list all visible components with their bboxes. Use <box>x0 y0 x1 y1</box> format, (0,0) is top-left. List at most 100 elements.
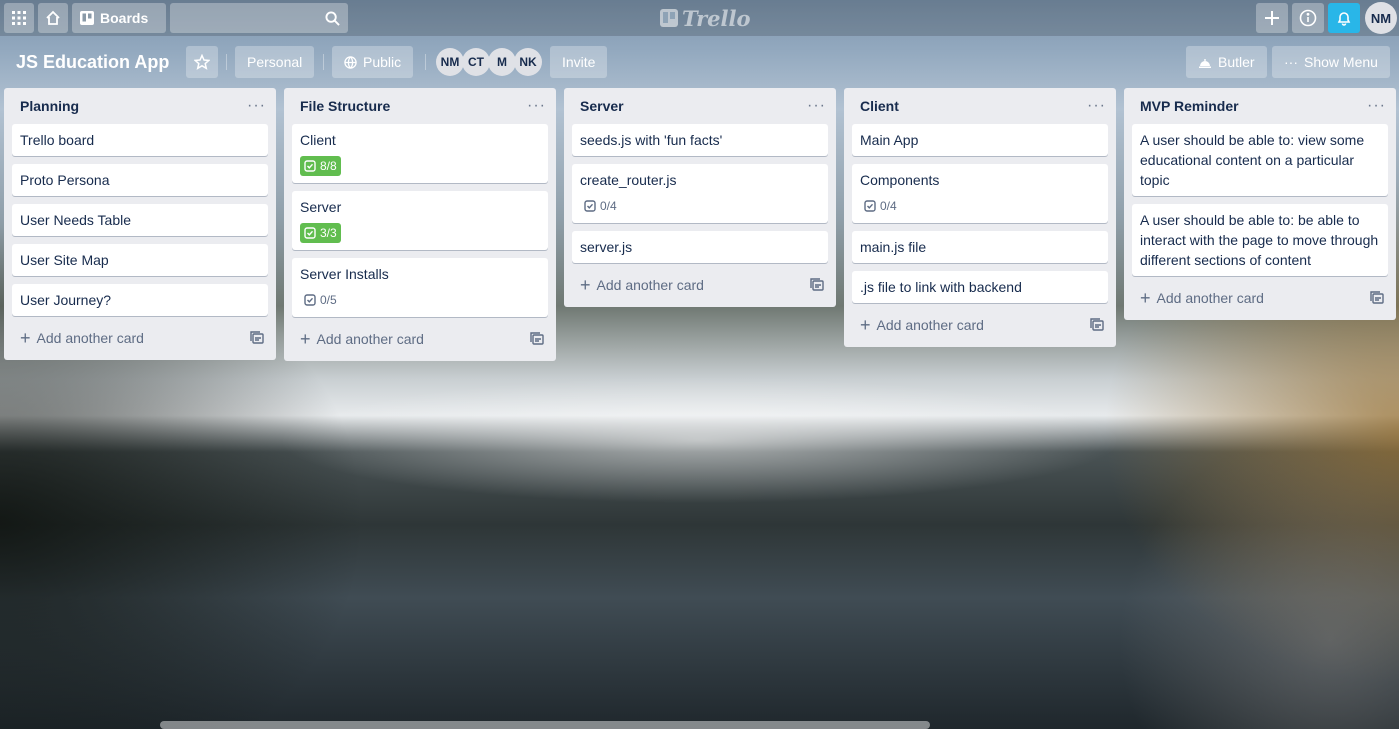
plus-icon: + <box>860 315 871 335</box>
search-icon <box>325 10 340 26</box>
card[interactable]: create_router.js 0/4 <box>572 164 828 223</box>
template-icon[interactable] <box>250 331 264 345</box>
checklist-badge: 0/5 <box>300 290 341 310</box>
checklist-count: 3/3 <box>320 226 337 240</box>
apps-switcher-button[interactable] <box>4 3 34 33</box>
card[interactable]: Components 0/4 <box>852 164 1108 223</box>
info-button[interactable] <box>1292 3 1324 33</box>
add-card-button[interactable]: + Add another card <box>292 325 548 353</box>
plus-icon: + <box>20 328 31 348</box>
card-title: Main App <box>860 132 919 148</box>
card[interactable]: Server Installs 0/5 <box>292 258 548 317</box>
public-visibility-button[interactable]: Public <box>332 46 414 78</box>
team-visibility-button[interactable]: Personal <box>235 46 315 78</box>
top-header: Boards Trello NM <box>0 0 1399 36</box>
list-file-structure: File Structure ··· Client 8/8 Server 3/3… <box>284 88 556 361</box>
checklist-badge: 8/8 <box>300 156 341 176</box>
template-icon[interactable] <box>1370 291 1384 305</box>
card-title: .js file to link with backend <box>860 279 1022 295</box>
card-title: create_router.js <box>580 172 677 188</box>
list-server: Server ··· seeds.js with 'fun facts' cre… <box>564 88 836 307</box>
add-card-label: Add another card <box>36 330 144 346</box>
star-board-button[interactable] <box>186 46 218 78</box>
board-title[interactable]: JS Education App <box>8 46 177 78</box>
template-icon[interactable] <box>810 278 824 292</box>
checkbox-icon <box>304 294 316 306</box>
card[interactable]: A user should be able to: be able to int… <box>1132 204 1388 276</box>
member-avatar[interactable]: NK <box>514 48 542 76</box>
list-menu-icon[interactable]: ··· <box>1087 97 1106 115</box>
card[interactable]: .js file to link with backend <box>852 271 1108 303</box>
card[interactable]: Proto Persona <box>12 164 268 196</box>
checklist-count: 0/4 <box>600 199 617 213</box>
show-menu-button[interactable]: ··· Show Menu <box>1272 46 1390 78</box>
horizontal-scrollbar[interactable] <box>160 721 930 729</box>
boards-button[interactable]: Boards <box>72 3 166 33</box>
search-input[interactable] <box>170 3 348 33</box>
card[interactable]: main.js file <box>852 231 1108 263</box>
card[interactable]: User Site Map <box>12 244 268 276</box>
template-icon[interactable] <box>1090 318 1104 332</box>
plus-icon <box>1265 11 1279 25</box>
list-header: Client ··· <box>852 88 1108 124</box>
card[interactable]: User Needs Table <box>12 204 268 236</box>
add-card-label: Add another card <box>316 331 424 347</box>
apps-grid-icon <box>12 11 26 25</box>
checkbox-icon <box>304 160 316 172</box>
checklist-count: 0/4 <box>880 199 897 213</box>
list-menu-icon[interactable]: ··· <box>1367 97 1386 115</box>
list-title[interactable]: Server <box>580 98 624 114</box>
notifications-button[interactable] <box>1328 3 1360 33</box>
card[interactable]: User Journey? <box>12 284 268 316</box>
trello-logo-text: Trello <box>682 5 751 31</box>
list-header: File Structure ··· <box>292 88 548 124</box>
list-header: MVP Reminder ··· <box>1132 88 1388 124</box>
board-icon <box>80 11 94 25</box>
invite-button[interactable]: Invite <box>550 46 608 78</box>
card-title: A user should be able to: view some educ… <box>1140 132 1365 188</box>
list-title[interactable]: MVP Reminder <box>1140 98 1239 114</box>
add-card-button[interactable]: + Add another card <box>1132 284 1388 312</box>
list-title[interactable]: File Structure <box>300 98 390 114</box>
list-menu-icon[interactable]: ··· <box>807 97 826 115</box>
create-button[interactable] <box>1256 3 1288 33</box>
checkbox-icon <box>584 200 596 212</box>
card[interactable]: Server 3/3 <box>292 191 548 250</box>
butler-button[interactable]: Butler <box>1186 46 1267 78</box>
checklist-badge: 3/3 <box>300 223 341 243</box>
add-card-button[interactable]: + Add another card <box>852 311 1108 339</box>
list-header: Planning ··· <box>12 88 268 124</box>
card[interactable]: A user should be able to: view some educ… <box>1132 124 1388 196</box>
card[interactable]: Trello board <box>12 124 268 156</box>
butler-bell-icon <box>1199 59 1211 68</box>
list-header: Server ··· <box>572 88 828 124</box>
member-avatar[interactable]: NM <box>436 48 464 76</box>
plus-icon: + <box>300 329 311 349</box>
add-card-button[interactable]: + Add another card <box>572 271 828 299</box>
card[interactable]: Client 8/8 <box>292 124 548 183</box>
checkbox-icon <box>304 227 316 239</box>
home-button[interactable] <box>38 3 68 33</box>
add-card-button[interactable]: + Add another card <box>12 324 268 352</box>
user-avatar[interactable]: NM <box>1365 2 1397 34</box>
show-menu-label: Show Menu <box>1304 54 1378 70</box>
card-title: User Site Map <box>20 252 109 268</box>
card-title: Server <box>300 199 342 215</box>
list-menu-icon[interactable]: ··· <box>247 97 266 115</box>
card-title: Trello board <box>20 132 95 148</box>
card-title: main.js file <box>860 239 927 255</box>
trello-logo[interactable]: Trello <box>660 5 751 31</box>
member-avatar[interactable]: M <box>488 48 516 76</box>
list-title[interactable]: Client <box>860 98 899 114</box>
card-title: User Journey? <box>20 292 112 308</box>
add-card-label: Add another card <box>1156 290 1264 306</box>
list-title[interactable]: Planning <box>20 98 79 114</box>
template-icon[interactable] <box>530 332 544 346</box>
card[interactable]: seeds.js with 'fun facts' <box>572 124 828 156</box>
member-avatar[interactable]: CT <box>462 48 490 76</box>
list-menu-icon[interactable]: ··· <box>527 97 546 115</box>
checklist-badge: 0/4 <box>580 196 621 216</box>
info-icon <box>1299 9 1317 27</box>
card[interactable]: Main App <box>852 124 1108 156</box>
card[interactable]: server.js <box>572 231 828 263</box>
